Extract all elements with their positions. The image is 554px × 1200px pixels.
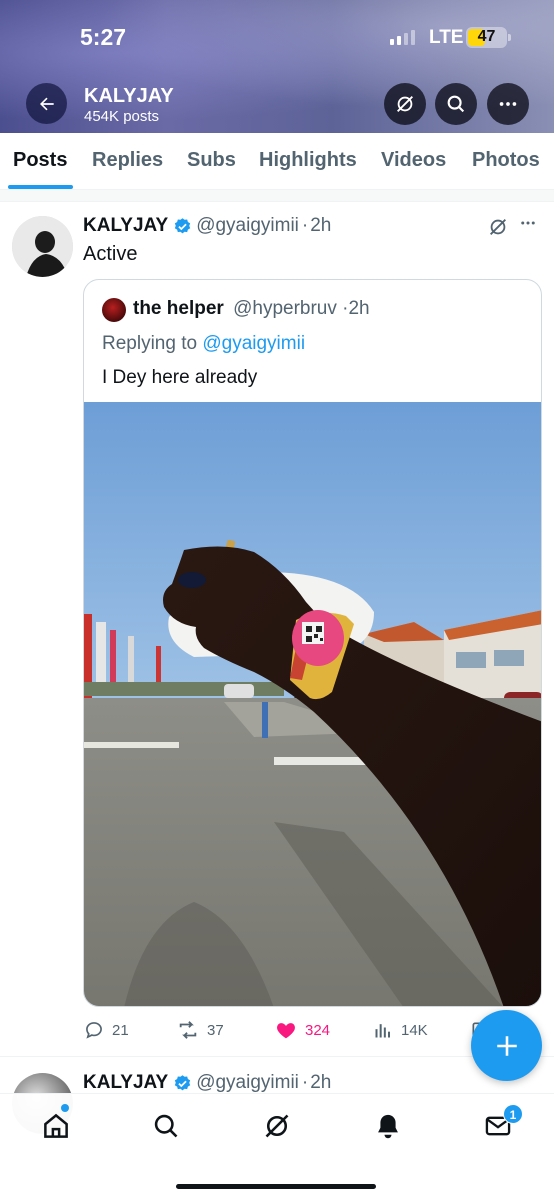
quoted-post[interactable]: the helper @hyperbruv ·2h Replying to @g… [83, 279, 542, 1007]
profile-header: 5:27 LTE 47 KALYJAY 454K posts [0, 0, 554, 133]
quoted-author-avatar [102, 298, 126, 322]
more-icon [521, 221, 535, 225]
search-icon [154, 1114, 178, 1138]
profile-title: KALYJAY [84, 85, 174, 107]
author-name[interactable]: KALYJAY [83, 215, 168, 237]
author-name[interactable]: KALYJAY [83, 1072, 168, 1094]
reply-button[interactable]: 21 [84, 1017, 129, 1043]
post-time: 2h [310, 1072, 332, 1093]
replying-mention[interactable]: @gyaigyimii [202, 333, 305, 354]
tab-subs[interactable]: Subs [187, 149, 236, 172]
author-avatar[interactable] [12, 216, 73, 277]
views-icon [375, 1024, 390, 1038]
tab-highlights[interactable]: Highlights [259, 149, 357, 172]
quoted-post-text: I Dey here already [102, 367, 258, 388]
nav-search[interactable] [151, 1111, 181, 1141]
post-count: 454K posts [84, 108, 160, 125]
grok-icon [265, 1114, 289, 1138]
post-time: 2h [310, 215, 332, 236]
tab-photos[interactable]: Photos [472, 149, 540, 172]
compose-button[interactable] [471, 1010, 542, 1081]
nav-home[interactable] [41, 1111, 71, 1141]
battery-level: 47 [477, 28, 496, 45]
home-indicator [176, 1184, 376, 1189]
verified-badge-icon [173, 217, 192, 236]
tab-replies[interactable]: Replies [92, 149, 163, 172]
post-author-line: KALYJAY @gyaigyimii · 2h [83, 1072, 331, 1094]
repost-count: 37 [207, 1021, 224, 1039]
more-button[interactable] [487, 83, 529, 125]
like-button[interactable]: 324 [275, 1017, 330, 1043]
tab-videos[interactable]: Videos [381, 149, 446, 172]
back-arrow-icon [39, 97, 54, 110]
search-button[interactable] [435, 83, 477, 125]
author-handle[interactable]: @gyaigyimii [196, 1072, 299, 1094]
repost-button[interactable]: 37 [177, 1017, 224, 1043]
replying-to: Replying to @gyaigyimii [102, 333, 305, 355]
grok-button[interactable] [384, 83, 426, 125]
tab-posts[interactable]: Posts [13, 149, 67, 172]
replying-label: Replying to [102, 333, 198, 354]
views-count: 14K [401, 1021, 428, 1039]
messages-badge: 1 [503, 1104, 523, 1124]
plus-icon [496, 1035, 517, 1056]
feed-divider [0, 190, 554, 202]
status-bar: 5:27 LTE 47 [0, 0, 554, 76]
quoted-post-image[interactable] [84, 402, 542, 1007]
repost-icon [179, 1021, 197, 1039]
reply-count: 21 [112, 1021, 129, 1039]
post-more-button[interactable] [519, 214, 537, 238]
quoted-author-line: the helper @hyperbruv ·2h [133, 298, 370, 320]
post-separator [0, 1056, 554, 1057]
battery-icon: 47 [466, 27, 507, 48]
network-label: LTE [429, 27, 464, 48]
more-icon [499, 102, 517, 106]
profile-tabs: Posts Replies Subs Highlights Videos Pho… [0, 133, 554, 190]
quoted-author-name: the helper [133, 298, 224, 319]
nav-grok[interactable] [262, 1111, 292, 1141]
home-new-indicator [61, 1104, 69, 1112]
like-count: 324 [305, 1021, 331, 1039]
search-icon [447, 95, 465, 113]
notifications-icon [378, 1114, 398, 1139]
views-button[interactable]: 14K [373, 1017, 428, 1043]
quoted-post-time: 2h [348, 298, 370, 319]
quoted-author-handle: @hyperbruv [233, 298, 337, 319]
grok-icon [490, 219, 506, 235]
author-handle[interactable]: @gyaigyimii [196, 215, 299, 237]
reply-icon [86, 1022, 102, 1039]
dot-separator: · [301, 215, 309, 236]
back-button[interactable] [26, 83, 67, 124]
nav-notifications[interactable] [373, 1111, 403, 1141]
post-author-line: KALYJAY @gyaigyimii · 2h [83, 215, 331, 237]
battery-tip [508, 34, 511, 41]
post-text: Active [83, 243, 138, 265]
status-time: 5:27 [80, 24, 127, 50]
signal-icon [390, 29, 415, 45]
active-tab-indicator [8, 185, 73, 189]
grok-icon [397, 96, 413, 112]
heart-icon [277, 1023, 295, 1039]
verified-badge-icon [173, 1074, 192, 1093]
dot-separator: · [301, 1072, 309, 1093]
grok-post-button[interactable] [487, 216, 509, 243]
home-icon [44, 1113, 68, 1138]
